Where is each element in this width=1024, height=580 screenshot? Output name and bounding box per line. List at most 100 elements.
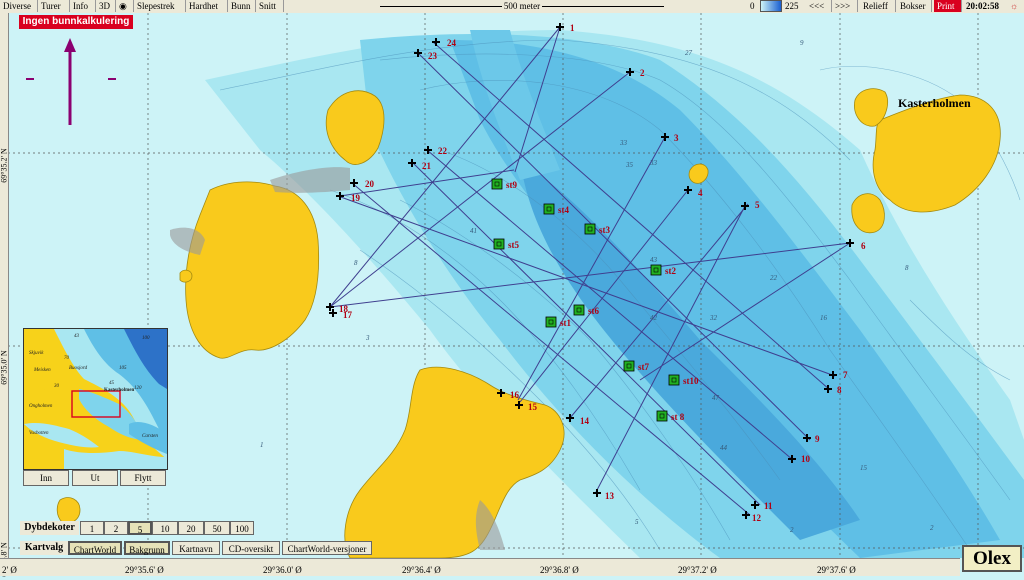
waypoint-label: 7: [843, 370, 848, 380]
svg-text:44: 44: [720, 444, 728, 452]
svg-text:120: 120: [134, 386, 142, 391]
depth-color-scale: [760, 0, 782, 12]
svg-text:35: 35: [625, 161, 634, 169]
waypoint-label: 22: [438, 146, 448, 156]
waypoint-label: 5: [755, 200, 760, 210]
contour-option[interactable]: 2: [104, 521, 128, 535]
minimap-chart: 43 70 100 105 45 120 30 Kasterholmen Buo…: [24, 329, 167, 469]
station-label: st1: [560, 318, 571, 328]
svg-text:22: 22: [770, 274, 778, 282]
svg-text:Vasbotten: Vasbotten: [29, 431, 49, 436]
minimap-zoom-out-button[interactable]: Ut: [72, 470, 118, 486]
svg-text:15: 15: [860, 464, 868, 472]
station-label: st 8: [671, 412, 685, 422]
svg-text:8: 8: [354, 259, 358, 267]
waypoint-label: 9: [815, 434, 820, 444]
chart-option-cd-overview[interactable]: CD-oversikt: [222, 541, 280, 555]
overview-minimap[interactable]: 43 70 100 105 45 120 30 Kasterholmen Buo…: [23, 328, 168, 470]
relief-button[interactable]: Relieff: [860, 0, 896, 12]
svg-text:5: 5: [635, 518, 639, 526]
clock: 20:02:58: [966, 1, 999, 11]
waypoint-label: 13: [605, 491, 615, 501]
svg-text:Ongholmen: Ongholmen: [29, 404, 53, 409]
svg-text:43: 43: [74, 334, 80, 339]
waypoint-label: 14: [580, 416, 590, 426]
prev-button[interactable]: <<<: [806, 0, 832, 12]
svg-text:45: 45: [109, 381, 115, 386]
chart-option-chartnames[interactable]: Kartnavn: [172, 541, 220, 555]
menu-turer[interactable]: Turer: [38, 0, 70, 12]
menu-slepestrek[interactable]: Slepestrek: [134, 0, 186, 12]
svg-text:33: 33: [619, 139, 628, 147]
waypoint-label: 2: [640, 68, 645, 78]
station-label: st9: [506, 180, 517, 190]
waypoint-label: 16: [510, 390, 520, 400]
svg-text:Skjuvik: Skjuvik: [29, 351, 44, 356]
contour-option[interactable]: 50: [204, 521, 230, 535]
station-label: st7: [638, 362, 649, 372]
svg-text:Carsten: Carsten: [142, 434, 158, 439]
menu-snitt[interactable]: Snitt: [256, 0, 284, 12]
next-button[interactable]: >>>: [832, 0, 858, 12]
scale-label: 500 meter: [501, 1, 543, 11]
menu-info[interactable]: Info: [70, 0, 96, 12]
waypoint-label: 24: [447, 38, 457, 48]
svg-text:1: 1: [260, 441, 264, 449]
svg-text:Kasterholmen: Kasterholmen: [104, 388, 134, 393]
waypoint-label: 1: [570, 23, 575, 33]
menu-hardhet[interactable]: Hardhet: [186, 0, 228, 12]
lon-tick: 29°36.8' Ø: [540, 565, 579, 575]
depth-max-label: 225: [785, 1, 799, 11]
svg-text:3: 3: [365, 334, 370, 342]
station-label: st2: [665, 266, 676, 276]
svg-text:41: 41: [470, 227, 477, 235]
no-bottom-calc-warning: Ingen bunnkalkulering: [19, 15, 133, 29]
svg-text:32: 32: [709, 314, 718, 322]
waypoint-label: 18: [339, 304, 349, 314]
svg-text:42: 42: [650, 314, 658, 322]
depth-min-label: 0: [750, 1, 755, 11]
contour-option[interactable]: 10: [152, 521, 178, 535]
chart-option-background[interactable]: Bakgrunn: [124, 541, 170, 555]
waypoint-label: 19: [351, 193, 361, 203]
waypoint-label: 6: [861, 241, 866, 251]
svg-text:16: 16: [820, 314, 828, 322]
chart-option-chartworld-versions[interactable]: ChartWorld-versjoner: [282, 541, 372, 555]
svg-text:100: 100: [142, 336, 150, 341]
lon-tick: 29°36.4' Ø: [402, 565, 441, 575]
menu-bunn[interactable]: Bunn: [228, 0, 256, 12]
minimap-move-button[interactable]: Flytt: [120, 470, 166, 486]
target-icon[interactable]: ◉: [116, 0, 134, 12]
waypoint-label: 21: [422, 161, 432, 171]
chart-option-chartworld[interactable]: ChartWorld: [68, 541, 122, 555]
svg-text:30: 30: [54, 384, 60, 389]
svg-text:8: 8: [905, 264, 909, 272]
menu-diverse[interactable]: Diverse: [0, 0, 38, 12]
waypoint-label: 11: [764, 501, 773, 511]
svg-text:105: 105: [119, 366, 127, 371]
depth-contours-label: Dybdekoter: [20, 521, 79, 535]
station-label: st5: [508, 240, 519, 250]
svg-text:27: 27: [685, 49, 693, 57]
svg-text:43: 43: [650, 256, 658, 264]
waypoint-label: 15: [528, 402, 538, 412]
contour-option[interactable]: 1: [80, 521, 104, 535]
waypoint-label: 20: [365, 179, 375, 189]
svg-text:Meisken: Meisken: [33, 368, 51, 373]
contour-option[interactable]: 20: [178, 521, 204, 535]
islet-small-1: [179, 269, 193, 283]
scale-bar: 500 meter: [380, 0, 664, 12]
lat-tick: 69°35.2' N: [0, 148, 9, 183]
waypoint-label: 12: [752, 513, 762, 523]
menu-3d[interactable]: 3D: [96, 0, 116, 12]
chart-select-label: Kartvalg: [20, 541, 68, 555]
place-name-kasterholmen: Kasterholmen: [898, 96, 971, 110]
contour-option-selected[interactable]: 5: [128, 521, 152, 535]
minimap-zoom-in-button[interactable]: Inn: [23, 470, 69, 486]
contour-option[interactable]: 100: [230, 521, 254, 535]
sun-icon: ☼: [1010, 1, 1019, 11]
lon-tick: 29°37.6' Ø: [817, 565, 856, 575]
print-button[interactable]: Print: [934, 0, 962, 12]
svg-text:9: 9: [800, 39, 804, 47]
boxes-button[interactable]: Bokser: [897, 0, 932, 12]
